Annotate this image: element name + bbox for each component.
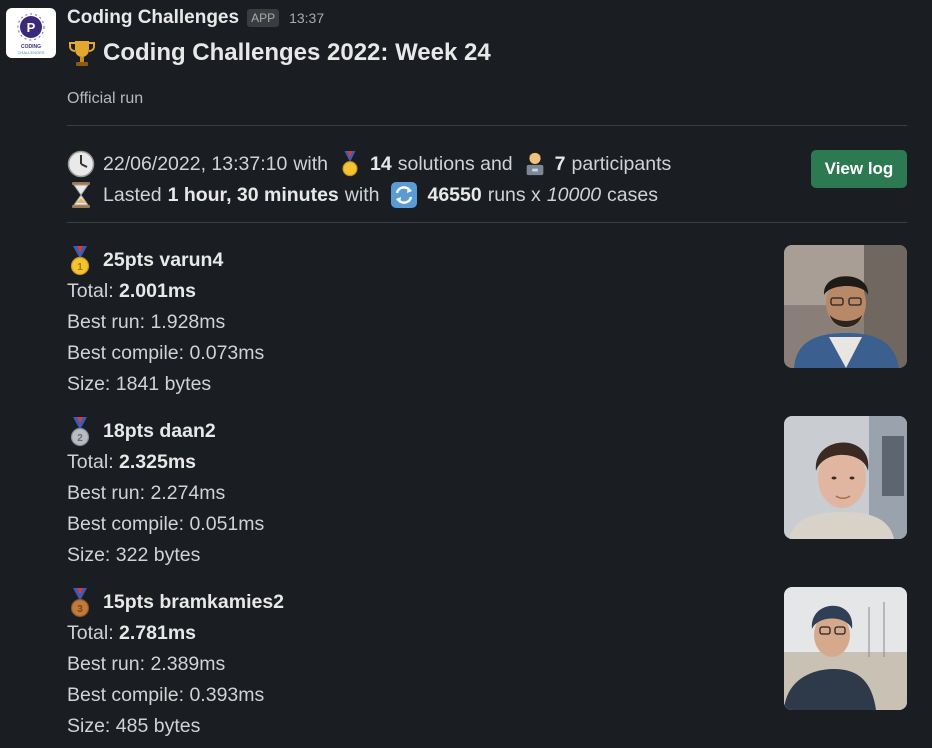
with-text-2: with xyxy=(344,183,380,206)
participants-count: 7 xyxy=(554,152,566,175)
result-title: 25pts varun4 xyxy=(103,249,224,271)
result-best-compile: Best compile: 0.051ms xyxy=(67,513,265,535)
solutions-label: solutions and xyxy=(397,152,513,175)
app-badge: APP xyxy=(247,9,280,27)
participant-photo[interactable] xyxy=(784,245,907,368)
runs-count: 46550 xyxy=(427,183,482,206)
result-entry: 3 15pts bramkamies2 Total: 2.781ms Best … xyxy=(67,587,907,742)
person-avatar-image xyxy=(784,245,907,368)
result-title: 15pts bramkamies2 xyxy=(103,591,285,613)
person-avatar-image xyxy=(784,587,907,710)
run-datetime: 22/06/2022, 13:37:10 xyxy=(103,152,288,175)
result-total: Total: 2.001ms xyxy=(67,276,907,307)
view-log-button[interactable]: View log xyxy=(811,150,907,188)
result-heading: 1 25pts varun4 xyxy=(67,245,907,276)
svg-text:P: P xyxy=(27,20,36,35)
hourglass-icon xyxy=(72,182,90,208)
result-best-run: Best run: 2.389ms xyxy=(67,653,226,675)
solutions-count: 14 xyxy=(370,152,392,175)
result-best-compile: Best compile: 0.393ms xyxy=(67,684,265,706)
result-size: Size: 322 bytes xyxy=(67,544,201,566)
result-size: Size: 485 bytes xyxy=(67,715,201,737)
divider xyxy=(67,125,907,126)
subtitle: Official run xyxy=(67,90,144,107)
with-text: with xyxy=(293,152,329,175)
summary-line-date: 22/06/2022, 13:37:10 with 14 solutions a… xyxy=(67,150,671,178)
repeat-icon xyxy=(391,182,418,208)
svg-text:CHALLENGES: CHALLENGES xyxy=(18,50,45,55)
svg-text:3: 3 xyxy=(77,604,83,615)
participant-photo[interactable] xyxy=(784,416,907,539)
gold-medal-icon: 1 xyxy=(70,245,90,275)
result-heading: 2 18pts daan2 xyxy=(67,416,907,447)
result-best-run: Best run: 2.274ms xyxy=(67,482,226,504)
result-size: Size: 1841 bytes xyxy=(67,373,212,395)
participants-label: participants xyxy=(571,152,672,175)
result-title: 18pts daan2 xyxy=(103,420,216,442)
coding-challenges-logo: P CODING CHALLENGES xyxy=(17,13,45,55)
title-text: Coding Challenges 2022: Week 24 xyxy=(103,39,491,66)
divider xyxy=(67,222,907,223)
result-best-compile: Best compile: 0.073ms xyxy=(67,342,265,364)
result-best-run: Best run: 1.928ms xyxy=(67,311,226,333)
cases-label: cases xyxy=(607,183,658,206)
sports-medal-icon xyxy=(342,151,358,177)
technologist-icon xyxy=(526,152,544,176)
runs-label: runs x xyxy=(487,183,541,206)
duration: 1 hour, 30 minutes xyxy=(167,183,339,206)
app-avatar[interactable]: P CODING CHALLENGES xyxy=(6,8,56,58)
total-label: Total: xyxy=(67,280,114,302)
person-avatar-image xyxy=(784,416,907,539)
sender-name[interactable]: Coding Challenges xyxy=(67,7,239,29)
total-value: 2.325ms xyxy=(119,451,197,473)
result-total: Total: 2.781ms xyxy=(67,618,907,649)
total-value: 2.781ms xyxy=(119,622,197,644)
result-heading: 3 15pts bramkamies2 xyxy=(67,587,907,618)
message-title: Coding Challenges 2022: Week 24 xyxy=(67,38,491,68)
total-label: Total: xyxy=(67,622,114,644)
participant-photo[interactable] xyxy=(784,587,907,710)
result-entry: 2 18pts daan2 Total: 2.325ms Best run: 2… xyxy=(67,416,907,571)
summary-line-duration: Lasted 1 hour, 30 minutes with 46550 run… xyxy=(67,181,658,209)
message-header: Coding Challenges APP 13:37 xyxy=(67,6,324,30)
clock-icon xyxy=(67,150,95,178)
silver-medal-icon: 2 xyxy=(70,416,90,446)
lasted-label: Lasted xyxy=(103,183,162,206)
result-total: Total: 2.325ms xyxy=(67,447,907,478)
svg-text:1: 1 xyxy=(77,262,83,273)
total-value: 2.001ms xyxy=(119,280,197,302)
bronze-medal-icon: 3 xyxy=(70,587,90,617)
svg-text:2: 2 xyxy=(77,433,83,444)
total-label: Total: xyxy=(67,451,114,473)
trophy-icon xyxy=(69,41,95,66)
message-timestamp[interactable]: 13:37 xyxy=(289,10,324,26)
result-entry: 1 25pts varun4 Total: 2.001ms Best run: … xyxy=(67,245,907,400)
cases-count: 10000 xyxy=(546,183,602,206)
